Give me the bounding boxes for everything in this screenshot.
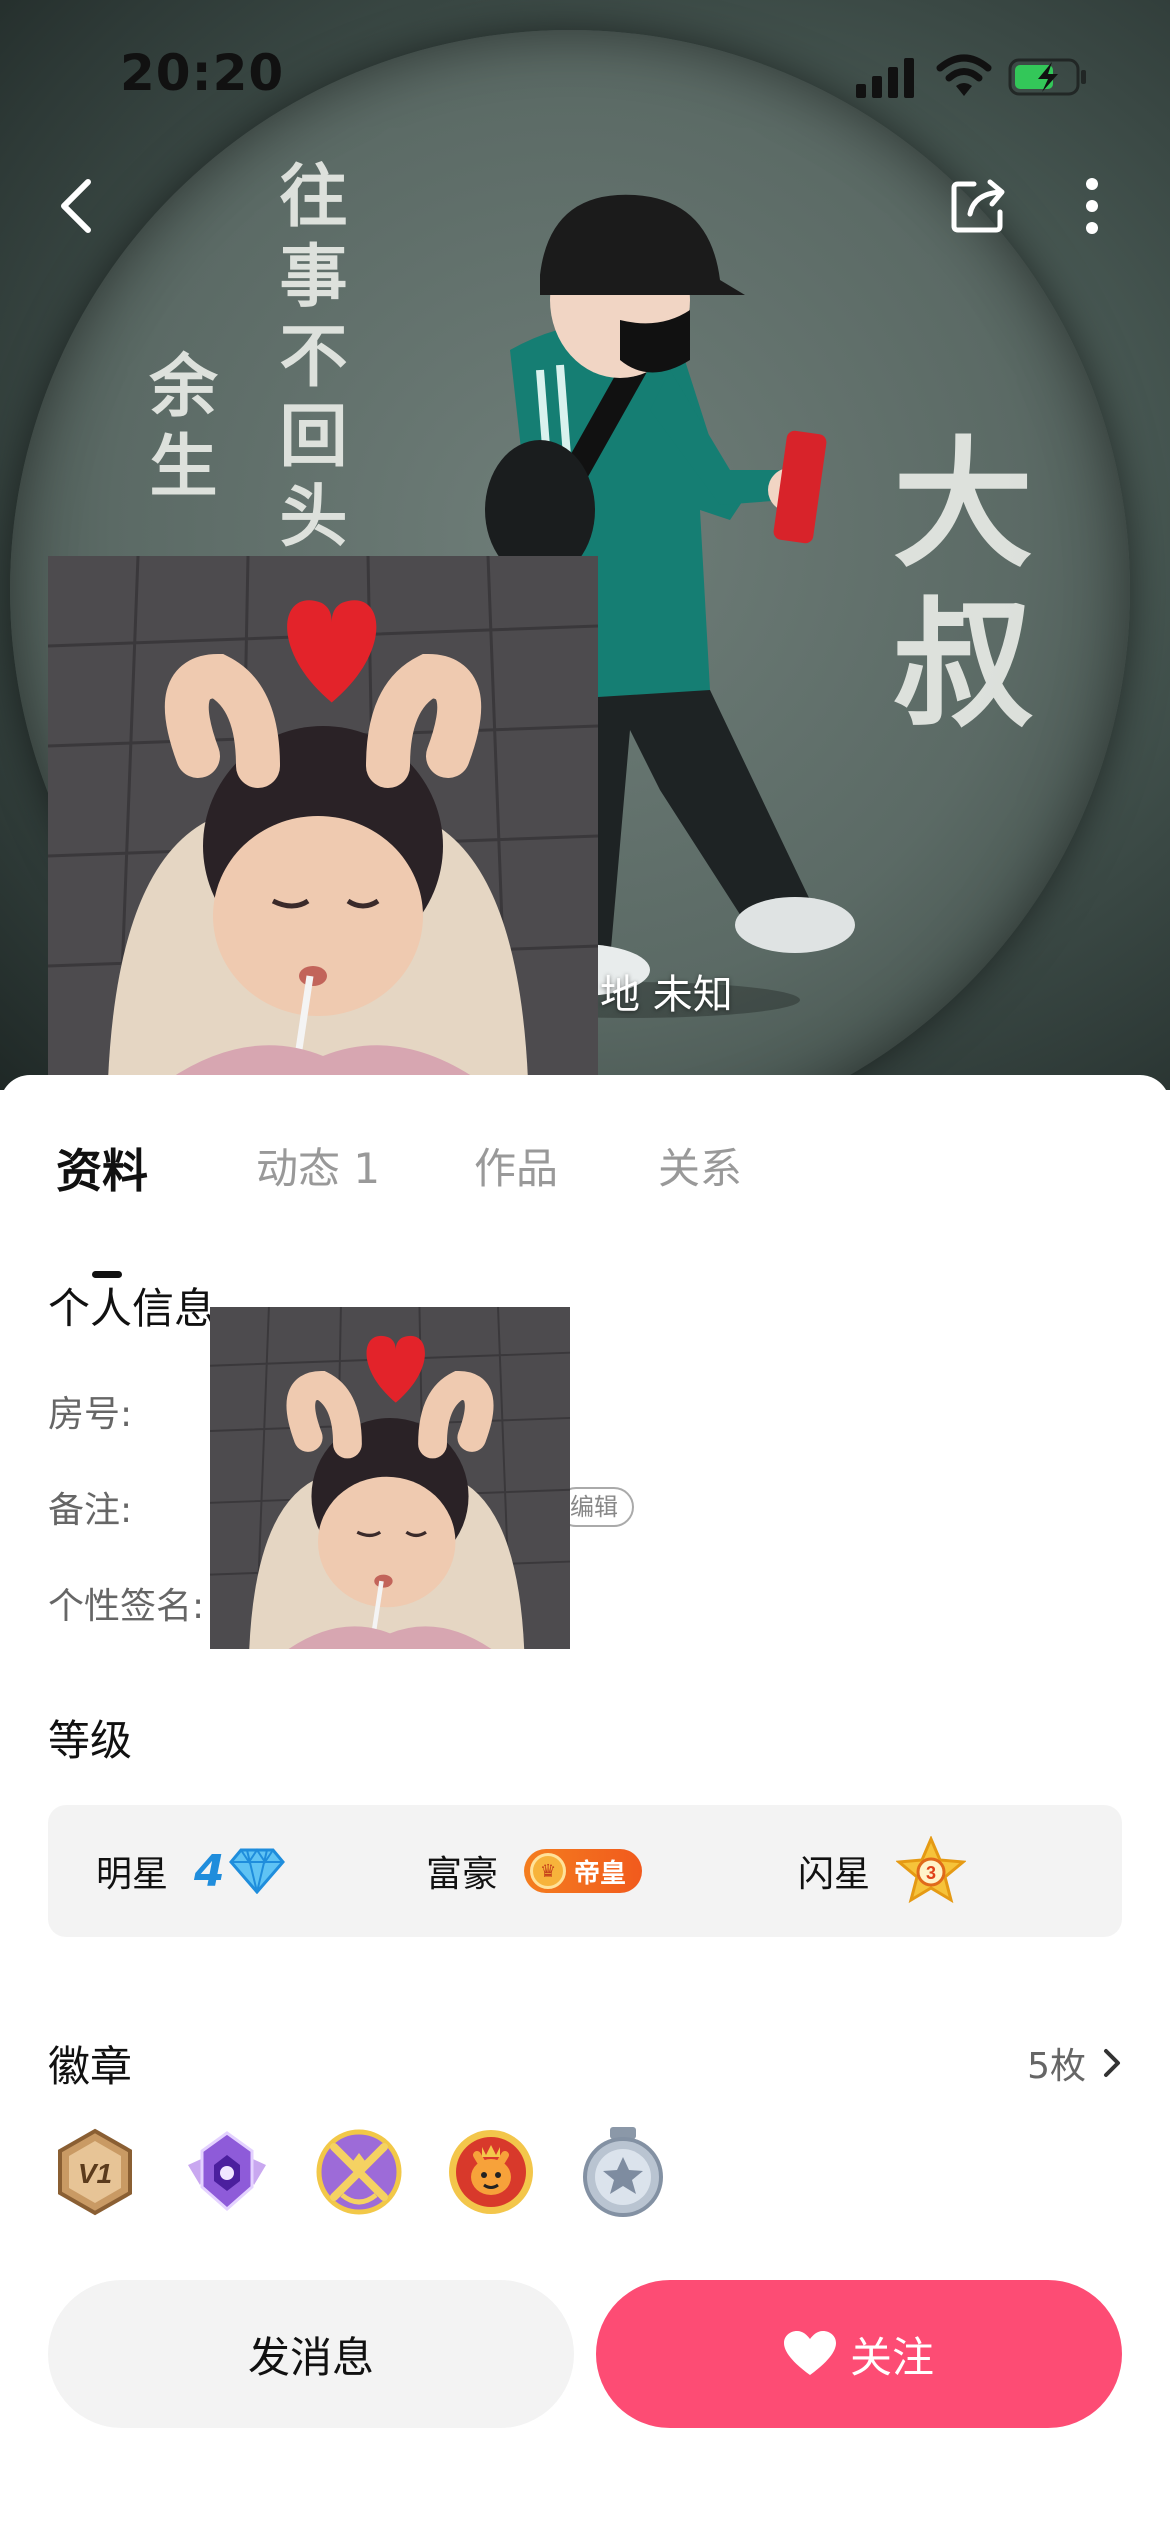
profile-tabs: 资料 动态 1 作品 关系 <box>0 1135 1170 1278</box>
note-label: 备注: <box>48 1490 133 1531</box>
chevron-right-icon <box>1104 2049 1120 2077</box>
star-level: 明星 4 <box>96 1805 285 1937</box>
personal-info-title: 个人信息 <box>48 1284 217 1333</box>
badges-count: 5枚 <box>1027 2046 1086 2087</box>
avatar-small <box>210 1307 570 1649</box>
heart-icon <box>783 2331 836 2375</box>
v1-medal-icon[interactable]: V1 <box>48 2125 142 2219</box>
silver-star-medal-icon[interactable] <box>576 2125 670 2219</box>
profile-sheet: 资料 动态 1 作品 关系 个人信息 房号: 备注: 个性签名: 编辑 等级 明… <box>0 1075 1170 2532</box>
location-text: 地 未知 <box>600 972 733 1018</box>
tab-profile[interactable]: 资料 <box>56 1135 148 1201</box>
flash-level-value: 3 <box>926 1863 936 1883</box>
flash-level: 闪星 3 <box>798 1805 967 1937</box>
crown-coin-icon: ♛ <box>530 1853 567 1889</box>
cover-calligraphy-left: 余生 <box>137 350 217 510</box>
share-icon <box>951 179 1005 233</box>
send-message-label: 发消息 <box>247 2332 374 2382</box>
star-level-value: 4 <box>194 1845 225 1897</box>
room-number-label: 房号: <box>48 1394 133 1435</box>
signature-label: 个性签名: <box>48 1586 205 1627</box>
badges-title: 徽章 <box>48 2042 133 2091</box>
share-button[interactable] <box>938 166 1018 246</box>
star-level-label: 明星 <box>96 1854 169 1895</box>
flash-level-label: 闪星 <box>798 1854 871 1895</box>
avatar-large[interactable] <box>48 556 598 1080</box>
rich-level-badge: ♛ 帝皇 <box>524 1849 643 1893</box>
chevron-left-icon <box>61 179 91 233</box>
rich-level-label: 富豪 <box>426 1854 499 1895</box>
svg-text:V1: V1 <box>78 2158 112 2189</box>
badges-count-link[interactable]: 5枚 <box>1027 2037 1122 2089</box>
rich-level-value: 帝皇 <box>574 1858 627 1889</box>
tab-relations[interactable]: 关系 <box>658 1135 742 1196</box>
flash-star-icon: 3 <box>896 1836 967 1904</box>
follow-button[interactable]: 关注 <box>596 2280 1122 2428</box>
send-message-button[interactable]: 发消息 <box>48 2280 574 2428</box>
back-button[interactable] <box>36 166 116 246</box>
tab-moments[interactable]: 动态 1 <box>256 1135 380 1196</box>
crossed-swords-medal-icon[interactable] <box>312 2125 406 2219</box>
cellular-signal-icon <box>856 58 914 98</box>
more-vertical-icon <box>1086 178 1098 234</box>
tab-works[interactable]: 作品 <box>474 1135 558 1196</box>
cover-calligraphy-right: 大叔 <box>869 430 1033 750</box>
purple-gem-medal-icon[interactable] <box>180 2125 274 2219</box>
diamond-icon <box>228 1848 285 1894</box>
level-card: 明星 4 富豪 ♛ 帝皇 闪星 3 <box>48 1805 1122 1937</box>
level-title: 等级 <box>48 1716 133 1765</box>
rich-level: 富豪 ♛ 帝皇 <box>426 1805 643 1937</box>
battery-charging-icon <box>1008 58 1086 96</box>
follow-label: 关注 <box>849 2332 934 2382</box>
profile-cover: 往事不回头 余生 大叔 20:20 地 未知 <box>0 0 1170 1090</box>
status-bar: 20:20 <box>0 0 1170 150</box>
badge-list: V1 <box>48 2125 708 2225</box>
tiger-medal-icon[interactable] <box>444 2125 538 2219</box>
wifi-icon <box>936 54 992 96</box>
cover-calligraphy-main: 往事不回头 <box>267 160 347 560</box>
status-time: 20:20 <box>120 44 285 102</box>
more-options-button[interactable] <box>1052 166 1132 246</box>
